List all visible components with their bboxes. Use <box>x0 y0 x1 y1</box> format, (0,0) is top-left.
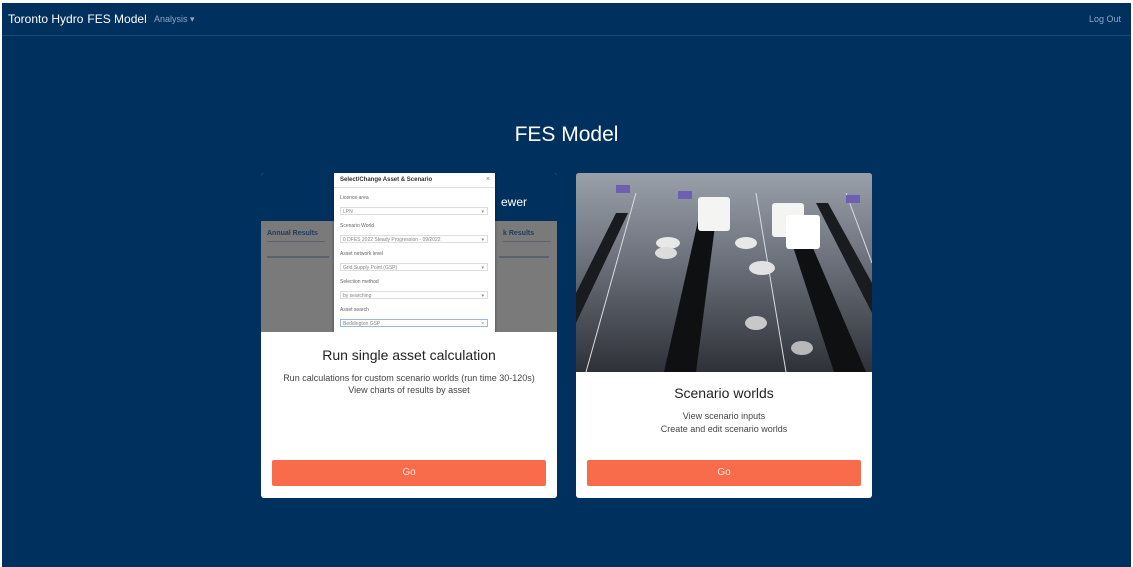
field-label: Selection method <box>340 279 379 285</box>
field-label: Asset network level <box>340 251 384 257</box>
close-icon: × <box>485 176 490 183</box>
scenario-world-select: 0 DFES 2022 Steady Progression - 09/2022… <box>340 235 488 243</box>
fader-knob <box>698 197 730 231</box>
card-title: Run single asset calculation <box>322 347 496 363</box>
page-title: FES Model <box>514 123 619 146</box>
select-value: LPN <box>343 209 353 215</box>
navbar: Toronto Hydro FES Model Analysis ▾ Log Ou… <box>2 3 1131 36</box>
thumbnail-text-line <box>267 241 325 242</box>
thumbnail-text-line <box>267 256 329 258</box>
fader-knob <box>786 215 820 249</box>
card-scenario-worlds: Scenario worlds View scenario inputs Cre… <box>576 173 872 498</box>
field-label: Licence area <box>340 195 369 201</box>
card-title: Scenario worlds <box>674 385 774 401</box>
network-level-select: Grid Supply Point (GSP) ▾ <box>340 263 488 271</box>
brand-name[interactable]: Toronto Hydro <box>8 12 83 26</box>
go-button-scenario-worlds[interactable]: Go <box>587 460 861 486</box>
logout-link[interactable]: Log Out <box>1089 14 1121 24</box>
analysis-dropdown[interactable]: Analysis ▾ <box>154 14 195 25</box>
knob <box>745 316 767 330</box>
chevron-down-icon: ▾ <box>481 237 484 243</box>
thumbnail-heading-left: Annual Results <box>267 230 318 237</box>
thumbnail-banner-text: ewer <box>500 195 527 209</box>
field-label: Asset search <box>340 307 369 313</box>
app-name[interactable]: FES Model <box>87 12 146 26</box>
thumbnail-text-line <box>503 241 551 242</box>
single-asset-thumbnail: ewer Annual Results k Results Select/Cha… <box>261 173 557 332</box>
chevron-down-icon: ▾ <box>481 265 484 271</box>
button <box>846 195 860 203</box>
select-asset-modal: Select/Change Asset & Scenario × Licence… <box>334 173 495 332</box>
mixing-console-faders <box>576 173 872 372</box>
card-single-asset: ewer Annual Results k Results Select/Cha… <box>261 173 557 498</box>
thumbnail-text-line <box>499 256 549 258</box>
card-text-line: Create and edit scenario worlds <box>660 424 788 434</box>
knob <box>791 341 813 355</box>
brand[interactable]: Toronto Hydro FES Model <box>8 12 147 26</box>
modal-divider <box>334 187 495 188</box>
chevron-down-icon: ▾ <box>481 209 484 215</box>
knob <box>735 237 757 249</box>
select-value: Grid Supply Point (GSP) <box>343 265 398 271</box>
chevron-down-icon: ▾ <box>190 14 195 24</box>
go-button-single-asset[interactable]: Go <box>272 460 546 486</box>
analysis-label: Analysis <box>154 14 188 24</box>
modal-title: Select/Change Asset & Scenario <box>340 177 433 183</box>
clear-icon: × <box>481 321 484 327</box>
select-value: Beddington GSP <box>343 321 381 327</box>
thumbnail-heading-right: k Results <box>503 230 535 237</box>
chevron-down-icon: ▾ <box>481 293 484 299</box>
selection-method-select: by searching ▾ <box>340 291 488 299</box>
card-text-line: View scenario inputs <box>682 411 766 421</box>
button <box>616 185 630 193</box>
licence-area-select: LPN ▾ <box>340 207 488 215</box>
field-label: Scenario World <box>340 223 375 229</box>
button <box>678 191 692 199</box>
knob <box>749 261 775 275</box>
select-value: 0 DFES 2022 Steady Progression - 09/2022 <box>343 237 441 243</box>
mixing-console-image <box>576 173 872 372</box>
card-text-line: View charts of results by asset <box>348 385 470 395</box>
knob <box>655 247 677 259</box>
select-value: by searching <box>343 293 372 299</box>
asset-search-input: Beddington GSP × <box>340 319 488 327</box>
card-text-line: Run calculations for custom scenario wor… <box>283 373 535 383</box>
app-frame: Toronto Hydro FES Model Analysis ▾ Log Ou… <box>2 3 1131 567</box>
